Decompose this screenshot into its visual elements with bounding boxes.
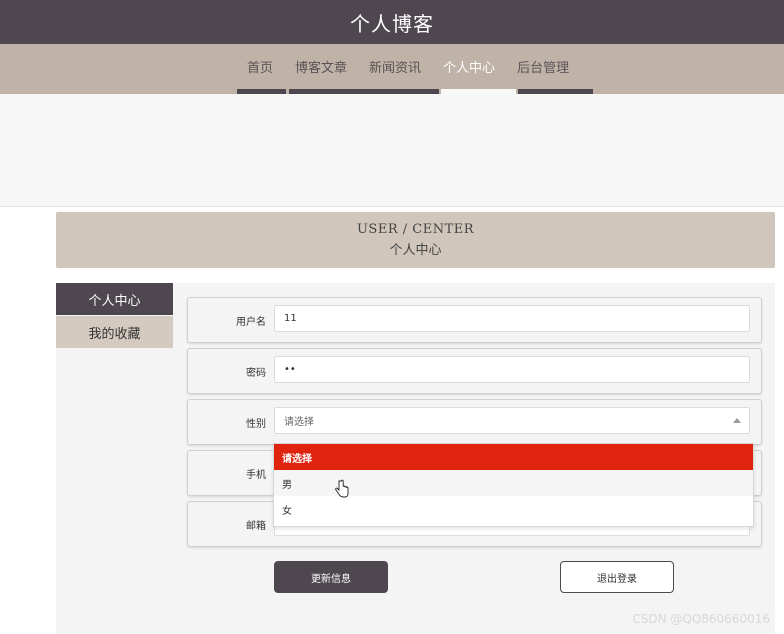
update-info-button[interactable]: 更新信息: [274, 561, 388, 593]
chevron-up-icon: [733, 418, 741, 423]
gender-option-placeholder[interactable]: 请选择: [274, 444, 753, 470]
nav-blog-articles[interactable]: 博客文章: [284, 57, 358, 76]
nav-admin[interactable]: 后台管理: [506, 57, 580, 76]
gender-option-female[interactable]: 女: [274, 496, 753, 522]
logout-button[interactable]: 退出登录: [560, 561, 674, 593]
nav-home[interactable]: 首页: [236, 57, 284, 76]
site-title: 个人博客: [0, 0, 784, 44]
password-label: 密码: [246, 367, 266, 379]
gender-label: 性别: [246, 418, 266, 430]
banner-area: [0, 94, 784, 207]
section-title-cn: 个人中心: [389, 243, 442, 258]
section-header: USER / CENTER 个人中心: [56, 212, 775, 268]
sidebar-item-user-center[interactable]: 个人中心: [56, 283, 173, 315]
sidebar: 个人中心 我的收藏: [56, 283, 173, 348]
hand-cursor-icon: [335, 479, 349, 498]
phone-label: 手机: [246, 469, 266, 481]
email-label: 邮箱: [246, 520, 266, 532]
username-input[interactable]: 11: [274, 305, 750, 332]
nav-news[interactable]: 新闻资讯: [358, 57, 432, 76]
password-row: 密码 ••: [187, 348, 762, 394]
gender-row: 性别 请选择: [187, 399, 762, 445]
main-nav: 首页 博客文章 新闻资讯 个人中心 后台管理: [0, 44, 784, 94]
gender-select-value: 请选择: [284, 417, 314, 428]
username-label: 用户名: [236, 316, 266, 328]
section-title-en: USER / CENTER: [356, 222, 475, 237]
gender-select[interactable]: 请选择: [274, 407, 750, 434]
sidebar-item-favorites[interactable]: 我的收藏: [56, 316, 173, 348]
password-input[interactable]: ••: [274, 356, 750, 383]
watermark: CSDN @QQ860660016: [632, 612, 770, 626]
username-row: 用户名 11: [187, 297, 762, 343]
nav-user-center[interactable]: 个人中心: [432, 57, 506, 76]
